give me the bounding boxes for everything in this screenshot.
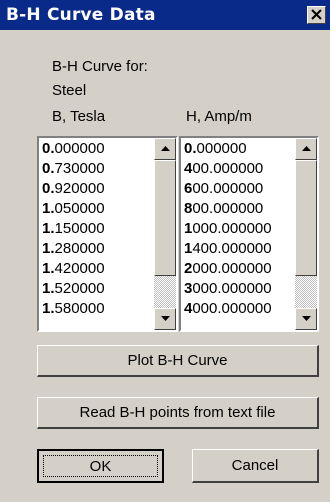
h-scroll-track[interactable] [295, 276, 317, 308]
h-scrollbar[interactable] [295, 138, 317, 330]
list-item[interactable]: 1000.000000 [182, 219, 293, 239]
list-item[interactable]: 0.000000 [40, 139, 152, 159]
list-item[interactable]: 2000.000000 [182, 259, 293, 279]
b-scroll-up-button[interactable] [154, 138, 176, 160]
b-scroll-track[interactable] [154, 276, 176, 308]
h-values-listbox[interactable]: 0.000000 400.000000 600.000000 800.000000 10… [179, 136, 319, 332]
scroll-down-arrow-icon [161, 316, 170, 321]
cancel-button-label: Cancel [231, 457, 279, 474]
list-item[interactable]: 4000.000000 [182, 299, 293, 319]
list-item[interactable]: 600.000000 [182, 179, 293, 199]
list-item[interactable]: 1400.000000 [182, 239, 293, 259]
cancel-button[interactable]: Cancel [192, 449, 319, 483]
focus-rectangle [43, 455, 158, 477]
h-scroll-up-button[interactable] [295, 138, 317, 160]
b-values-list: 0.000000 0.730000 0.920000 1.050000 1.150000… [40, 139, 152, 329]
material-label: Steel [52, 82, 87, 99]
b-column-header: B, Tesla [52, 108, 106, 125]
list-item[interactable]: 1.520000 [40, 279, 152, 299]
list-item[interactable]: 1.420000 [40, 259, 152, 279]
list-item[interactable]: 0.000000 [182, 139, 293, 159]
window-title: B-H Curve Data [6, 5, 156, 25]
b-values-listbox[interactable]: 0.000000 0.730000 0.920000 1.050000 1.150000… [37, 136, 178, 332]
bh-curve-dialog: B-H Curve Data B-H Curve for: Steel B, T… [0, 0, 330, 502]
list-item[interactable]: 3000.000000 [182, 279, 293, 299]
close-icon [311, 9, 322, 20]
scroll-down-arrow-icon [302, 316, 311, 321]
h-values-list: 0.000000 400.000000 600.000000 800.000000 10… [182, 139, 293, 329]
h-scroll-down-button[interactable] [295, 308, 317, 330]
list-item[interactable]: 0.730000 [40, 159, 152, 179]
h-column-header: H, Amp/m [186, 108, 252, 125]
scroll-up-arrow-icon [302, 146, 311, 151]
list-item[interactable]: 800.000000 [182, 199, 293, 219]
title-bar[interactable]: B-H Curve Data [0, 0, 330, 30]
close-button[interactable] [307, 6, 326, 24]
curve-for-label: B-H Curve for: [52, 58, 148, 75]
plot-bh-curve-button[interactable]: Plot B-H Curve [37, 345, 319, 377]
h-scroll-thumb[interactable] [295, 160, 317, 276]
plot-button-label: Plot B-H Curve [127, 352, 228, 369]
list-item[interactable]: 1.580000 [40, 299, 152, 319]
b-scroll-down-button[interactable] [154, 308, 176, 330]
list-item[interactable]: 1.150000 [40, 219, 152, 239]
ok-button[interactable]: OK [37, 449, 164, 483]
list-item[interactable]: 0.920000 [40, 179, 152, 199]
b-scrollbar[interactable] [154, 138, 176, 330]
scroll-up-arrow-icon [161, 146, 170, 151]
read-bh-points-button[interactable]: Read B-H points from text file [37, 397, 319, 429]
read-button-label: Read B-H points from text file [79, 404, 276, 421]
list-item[interactable]: 400.000000 [182, 159, 293, 179]
list-item[interactable]: 1.280000 [40, 239, 152, 259]
b-scroll-thumb[interactable] [154, 160, 176, 276]
list-item[interactable]: 1.050000 [40, 199, 152, 219]
